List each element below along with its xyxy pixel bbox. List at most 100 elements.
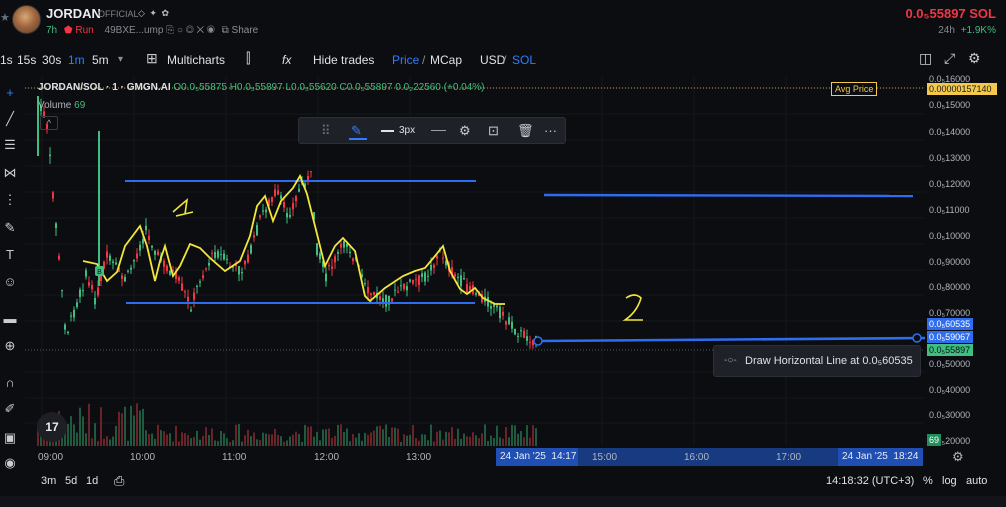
date-range-icon[interactable]: ⎙ bbox=[114, 473, 124, 489]
volume-bar bbox=[133, 415, 135, 446]
indicators-icon[interactable]: fx bbox=[282, 53, 291, 67]
magnet-icon[interactable]: ∩ bbox=[1, 374, 19, 392]
candle-type-icon[interactable]: ⫿ bbox=[246, 50, 250, 67]
social-links-icon[interactable]: ⎘ ○ ◎ ✕ ◉ bbox=[166, 25, 215, 36]
drawing-settings-icon[interactable]: ⚙ bbox=[459, 123, 471, 139]
multicharts-icon[interactable]: ⊞ bbox=[146, 50, 158, 67]
line-handle-end[interactable] bbox=[912, 333, 922, 343]
interval-1m[interactable]: 1m bbox=[68, 53, 85, 67]
crosshair-icon[interactable]: + bbox=[1, 84, 19, 102]
price-tick: 0.0₅15000 bbox=[929, 100, 971, 110]
volume-bar bbox=[307, 426, 309, 446]
candle-body bbox=[277, 190, 279, 195]
price-axis[interactable]: 0.0₅16000 0.0₅15000 0.0₅14000 0.0₅13000 … bbox=[925, 74, 1006, 446]
price-toggle[interactable]: Price bbox=[392, 53, 419, 67]
cursor-price-tag: 0.0₅59067 bbox=[927, 331, 973, 343]
pencil-color-icon[interactable]: ✎ bbox=[351, 123, 362, 139]
tradingview-logo[interactable]: 17 bbox=[37, 412, 67, 442]
line-width-value[interactable]: 3px bbox=[399, 125, 415, 136]
line-handle-start[interactable] bbox=[533, 336, 543, 346]
log-toggle[interactable]: log bbox=[942, 475, 957, 487]
usd-toggle[interactable]: USD bbox=[480, 53, 505, 67]
lock-drawing-icon[interactable]: ✐ bbox=[1, 400, 19, 418]
volume-bar bbox=[88, 403, 90, 446]
volume-bar bbox=[403, 434, 405, 446]
volume-bar bbox=[121, 413, 123, 446]
volume-bar bbox=[511, 424, 513, 446]
volume-bar bbox=[370, 432, 372, 446]
text-tool-icon[interactable]: T bbox=[1, 246, 19, 264]
freehand-annotation[interactable] bbox=[82, 173, 505, 305]
volume-bar bbox=[313, 436, 315, 446]
candle-body bbox=[526, 336, 528, 341]
horizontal-line-icon: -○- bbox=[724, 355, 737, 366]
volume-bar bbox=[463, 433, 465, 446]
cursor-time-tag: 24 Jan '25 14:17 bbox=[496, 448, 578, 466]
auto-toggle[interactable]: auto bbox=[966, 475, 987, 487]
range-1d[interactable]: 1d bbox=[86, 475, 98, 487]
more-options-icon[interactable]: ··· bbox=[544, 123, 557, 138]
percent-toggle[interactable]: % bbox=[923, 475, 933, 487]
interval-1s[interactable]: 1s bbox=[0, 53, 13, 67]
brush-icon[interactable]: ✎ bbox=[1, 219, 19, 237]
settings-gear-icon[interactable]: ⚙ bbox=[968, 50, 981, 67]
favorite-star-icon[interactable]: ★ bbox=[0, 11, 10, 24]
fullscreen-icon[interactable]: ⤢ bbox=[944, 50, 955, 67]
mcap-toggle[interactable]: MCap bbox=[430, 53, 462, 67]
pattern-icon[interactable]: ⋈ bbox=[1, 164, 19, 182]
multicharts-button[interactable]: Multicharts bbox=[167, 53, 225, 67]
line-width-icon[interactable] bbox=[381, 130, 394, 132]
trendline-icon[interactable]: ╱ bbox=[1, 110, 19, 128]
time-axis[interactable]: 09:00 10:00 11:00 12:00 13:00 24 Jan '25… bbox=[25, 446, 925, 468]
volume-bar bbox=[331, 437, 333, 446]
interval-30s[interactable]: 30s bbox=[42, 53, 61, 67]
collapse-legend-button[interactable]: ^ bbox=[40, 116, 58, 130]
candle-body bbox=[226, 258, 228, 260]
delete-drawing-icon[interactable]: 🗑 bbox=[517, 123, 534, 139]
interval-15s[interactable]: 15s bbox=[17, 53, 36, 67]
volume-bar bbox=[430, 424, 432, 446]
clock-display[interactable]: 14:18:32 (UTC+3) bbox=[826, 475, 914, 487]
line-style-icon[interactable] bbox=[431, 130, 446, 131]
horizontal-lines-icon[interactable]: ☰ bbox=[1, 136, 19, 154]
range-5d[interactable]: 5d bbox=[65, 475, 77, 487]
volume-bar bbox=[451, 427, 453, 446]
eye-icon[interactable]: ◉ bbox=[1, 454, 19, 472]
sol-toggle[interactable]: SOL bbox=[512, 53, 536, 67]
camera-icon[interactable]: ◫ bbox=[919, 50, 932, 67]
volume-bar bbox=[406, 435, 408, 446]
interval-5m[interactable]: 5m bbox=[92, 53, 109, 67]
share-link[interactable]: ⧉ Share bbox=[222, 25, 259, 36]
candle-body bbox=[331, 266, 333, 269]
volume-bar bbox=[415, 438, 417, 446]
candle-body bbox=[193, 292, 195, 300]
hide-trades-button[interactable]: Hide trades bbox=[313, 53, 374, 67]
range-3m[interactable]: 3m bbox=[41, 475, 56, 487]
drawn-upper-line[interactable] bbox=[543, 193, 914, 198]
zoom-in-icon[interactable]: ⊕ bbox=[1, 337, 19, 355]
share-label[interactable]: Share bbox=[232, 25, 259, 36]
volume-bar bbox=[391, 427, 393, 446]
end-time-tag: 24 Jan '25 18:24 bbox=[838, 448, 923, 466]
emoji-icon[interactable]: ☺ bbox=[1, 273, 19, 291]
candle-body bbox=[265, 209, 267, 213]
volume-bar bbox=[118, 411, 120, 446]
drag-handle-icon[interactable]: ⠿ bbox=[321, 123, 331, 139]
interval-dropdown-icon[interactable]: ▾ bbox=[118, 54, 123, 65]
candle-body bbox=[73, 309, 75, 318]
candle-body bbox=[499, 306, 501, 319]
candle-body bbox=[214, 252, 216, 258]
candle-body bbox=[262, 210, 264, 212]
axis-settings-icon[interactable]: ⚙ bbox=[952, 449, 964, 465]
volume-bar bbox=[382, 429, 384, 446]
candle-body bbox=[112, 261, 114, 264]
time-tick: 12:00 bbox=[314, 452, 340, 463]
lock-icon[interactable]: ▣ bbox=[1, 429, 19, 447]
volume-bar bbox=[208, 435, 210, 446]
ruler-icon[interactable]: ▬ bbox=[1, 310, 19, 328]
fib-icon[interactable]: ⋮ bbox=[1, 191, 19, 209]
lock-drawing-toggle-icon[interactable]: ⊡ bbox=[488, 123, 499, 139]
volume-bar bbox=[448, 432, 450, 446]
contract-address[interactable]: 49BXE...ump bbox=[105, 25, 164, 36]
horizontal-line-preview[interactable] bbox=[537, 336, 925, 343]
